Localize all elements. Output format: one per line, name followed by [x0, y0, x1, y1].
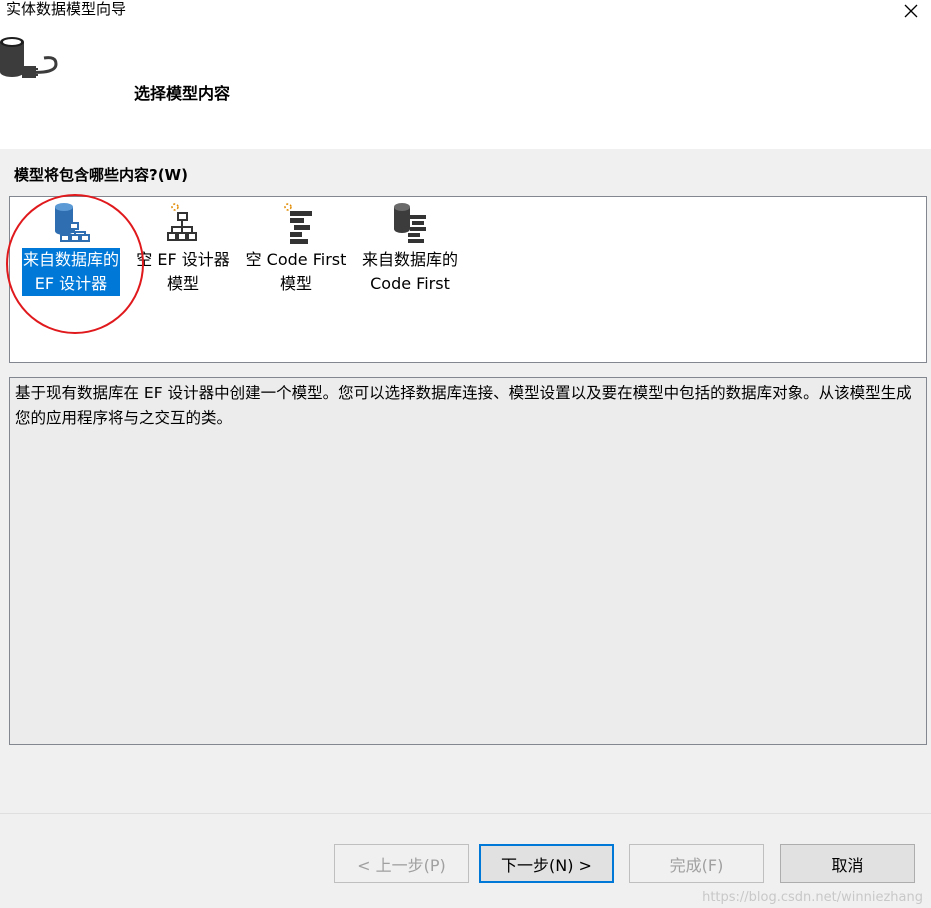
option-ef-designer-from-database[interactable]: 来自数据库的 EF 设计器 [13, 201, 129, 301]
option-label: 空 Code First 模型 [245, 250, 347, 293]
window-title: 实体数据模型向导 [6, 0, 127, 18]
wizard-window: 实体数据模型向导 选择模型内容 模型将包含哪些内容?(W) 来自数据库的 EF … [0, 0, 931, 908]
wizard-body: 模型将包含哪些内容?(W) 来自数据库的 EF 设计器 空 EF 设计器 模型 … [0, 149, 931, 813]
next-button[interactable]: 下一步(N) > [479, 844, 614, 883]
empty-codefirst-icon [284, 203, 312, 244]
model-content-list[interactable]: 来自数据库的 EF 设计器 空 EF 设计器 模型 空 Code First 模… [9, 196, 927, 363]
cancel-button[interactable]: 取消 [780, 844, 915, 883]
content-question-label: 模型将包含哪些内容?(W) [14, 166, 188, 184]
option-empty-ef-designer[interactable]: 空 EF 设计器 模型 [125, 201, 241, 301]
close-button[interactable] [891, 0, 931, 22]
option-label: 来自数据库的 EF 设计器 [21, 248, 120, 296]
watermark-text: https://blog.csdn.net/winniezhang [702, 890, 923, 905]
wizard-footer: < 上一步(P) 下一步(N) > 完成(F) 取消 https://blog.… [0, 813, 931, 908]
title-bar: 实体数据模型向导 [0, 0, 931, 22]
option-empty-code-first[interactable]: 空 Code First 模型 [238, 201, 354, 301]
database-codefirst-icon [394, 203, 426, 243]
option-code-first-from-database[interactable]: 来自数据库的 Code First [352, 201, 468, 301]
database-connector-icon [0, 37, 58, 78]
empty-diagram-icon [167, 203, 197, 241]
close-icon [904, 4, 918, 18]
back-button[interactable]: < 上一步(P) [334, 844, 469, 883]
database-diagram-icon [55, 203, 90, 242]
option-label: 空 EF 设计器 模型 [136, 250, 230, 293]
step-title: 选择模型内容 [134, 84, 231, 103]
option-description: 基于现有数据库在 EF 设计器中创建一个模型。您可以选择数据库连接、模型设置以及… [9, 377, 927, 745]
option-label: 来自数据库的 Code First [361, 250, 458, 293]
wizard-header: 选择模型内容 [0, 22, 931, 149]
finish-button[interactable]: 完成(F) [629, 844, 764, 883]
